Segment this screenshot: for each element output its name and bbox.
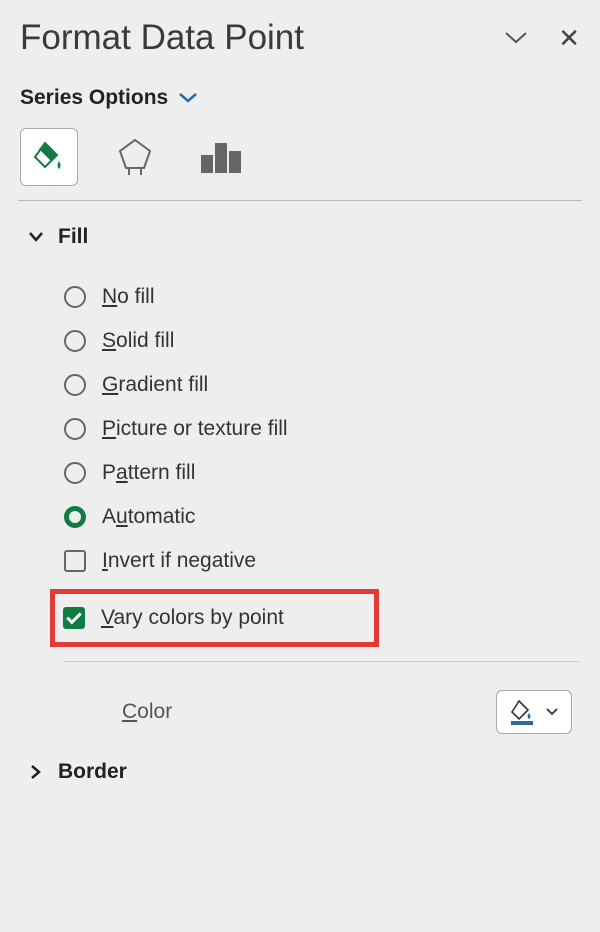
chevron-down-icon	[545, 707, 559, 717]
color-picker-button[interactable]	[496, 690, 572, 734]
fill-section-header[interactable]: Fill	[20, 217, 580, 257]
series-options-tab[interactable]	[192, 128, 250, 186]
radio-pattern-fill[interactable]: Pattern fill	[64, 451, 580, 495]
border-section-title: Border	[58, 760, 127, 784]
color-row: Color	[64, 661, 580, 752]
paint-bucket-icon	[31, 139, 67, 175]
checkbox-icon	[64, 550, 86, 572]
effects-tab[interactable]	[106, 128, 164, 186]
radio-icon	[64, 418, 86, 440]
divider	[18, 200, 582, 201]
option-label: Gradient fill	[102, 373, 208, 397]
radio-picture-fill[interactable]: Picture or texture fill	[64, 407, 580, 451]
color-label: Color	[122, 700, 172, 724]
radio-icon	[64, 286, 86, 308]
option-label: Pattern fill	[102, 461, 195, 485]
pane-header: Format Data Point ✕	[20, 18, 580, 58]
highlight-annotation: Vary colors by point	[50, 589, 379, 647]
collapse-chevron-icon[interactable]	[504, 31, 528, 45]
option-label: Vary colors by point	[101, 606, 284, 630]
chevron-down-icon	[28, 229, 44, 245]
chevron-right-icon	[28, 764, 44, 780]
chevron-down-icon	[178, 92, 198, 104]
radio-automatic[interactable]: Automatic	[64, 495, 580, 539]
bar-chart-icon	[199, 139, 243, 175]
category-toolbar	[20, 128, 580, 200]
radio-gradient-fill[interactable]: Gradient fill	[64, 363, 580, 407]
checkbox-invert-negative[interactable]: Invert if negative	[64, 539, 580, 583]
option-label: Picture or texture fill	[102, 417, 288, 441]
radio-solid-fill[interactable]: Solid fill	[64, 319, 580, 363]
pentagon-icon	[117, 137, 153, 177]
fill-color-icon	[509, 699, 535, 725]
radio-icon	[64, 374, 86, 396]
fill-section-title: Fill	[58, 225, 88, 249]
series-options-dropdown[interactable]: Series Options	[20, 86, 580, 110]
series-options-label: Series Options	[20, 86, 168, 110]
fill-options: No fill Solid fill Gradient fill Picture…	[20, 257, 580, 752]
radio-icon	[64, 506, 86, 528]
header-controls: ✕	[504, 25, 580, 51]
option-label: Invert if negative	[102, 549, 256, 573]
border-section-header[interactable]: Border	[20, 752, 580, 792]
radio-no-fill[interactable]: No fill	[64, 275, 580, 319]
checkbox-vary-colors[interactable]: Vary colors by point	[63, 602, 284, 634]
close-icon[interactable]: ✕	[558, 25, 580, 51]
radio-icon	[64, 330, 86, 352]
option-label: No fill	[102, 285, 155, 309]
option-label: Automatic	[102, 505, 195, 529]
checkbox-icon	[63, 607, 85, 629]
pane-title: Format Data Point	[20, 18, 304, 58]
radio-icon	[64, 462, 86, 484]
option-label: Solid fill	[102, 329, 174, 353]
fill-line-tab[interactable]	[20, 128, 78, 186]
